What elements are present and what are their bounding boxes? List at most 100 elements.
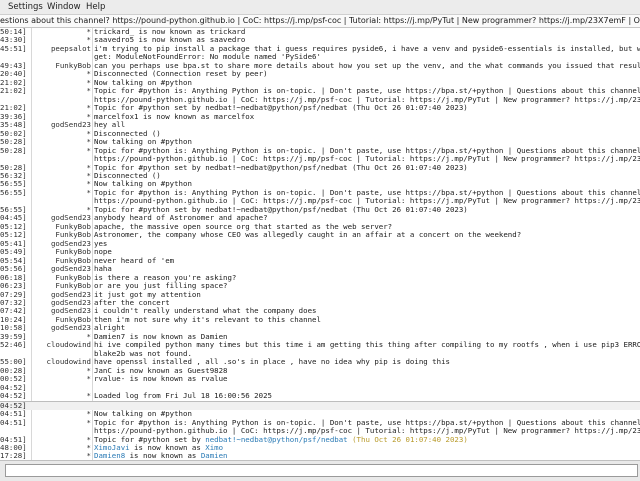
log-nick: *	[86, 86, 91, 96]
log-message: Astronomer, the company whose CEO was al…	[94, 231, 522, 240]
highlighted-nick: Ximo	[205, 443, 224, 452]
log-line: 56:32] * Disconnected ()	[0, 171, 640, 180]
log-message: Topic for #python is: Anything Python is…	[94, 87, 640, 104]
log-line: 52:46] cloudowind hi ive compiled python m…	[0, 340, 640, 358]
log-line: 05:12] FunkyBob Astronomer, the company wh…	[0, 230, 640, 240]
log-message: hi ive compiled python many times but th…	[94, 341, 640, 358]
log-line: 05:12] FunkyBob apache, the massive open s…	[0, 222, 640, 231]
log-message: never heard of 'em	[94, 256, 175, 265]
log-message: after the concert	[94, 299, 170, 307]
log-message: alright	[94, 324, 126, 333]
input-area	[0, 460, 640, 481]
log-message: Now talking on #python	[94, 180, 192, 189]
log-line: 06:18] FunkyBob is there a reason you're a…	[0, 273, 640, 282]
log-line: 05:49] FunkyBob nope	[0, 247, 640, 257]
log-line: 10:58] godSend23 alright	[0, 323, 640, 333]
log-message: Disconnected ()	[94, 171, 161, 180]
log-line: 00:52] * rvalue- is now known as rvalue	[0, 374, 640, 384]
log-message: Topic for #python is: Anything Python is…	[94, 418, 640, 436]
log-line: 39:36] * marcelfox1 is now known as marcel…	[0, 112, 640, 121]
highlighted-nick: nedbat!~nedbat@python/psf/nedbat	[205, 435, 348, 444]
log-line: 55:00] cloudowind have openssl installed ,…	[0, 357, 640, 367]
log-line: 10:24] FunkyBob then i'm not sure why it's…	[0, 315, 640, 324]
log-line: 04:52]	[0, 383, 640, 392]
log-message: apache, the massive open source org that…	[94, 222, 393, 231]
log-message: haha	[94, 265, 112, 274]
log-message: then i'm not sure why it's relevant to t…	[94, 315, 321, 324]
log-message: yes	[94, 239, 108, 248]
log-line: 17:28] * Damien8 is now known as Damien	[0, 451, 640, 460]
log-message: Now talking on #python	[94, 78, 192, 87]
log-message: Now talking on #python	[94, 410, 192, 419]
log-nick: *	[86, 417, 91, 427]
log-line: 07:42] godSend23 i couldn't really underst…	[0, 306, 640, 315]
log-line: 04:52] * Loaded log from Fri Jul 18 16:00:…	[0, 391, 640, 401]
log-message: Topic for #python set by nedbat!~nedbat@…	[94, 104, 468, 113]
log-message: JanC is now known as Guest9828	[94, 366, 228, 375]
log-nick: *	[86, 187, 91, 197]
log-line: 50:28] * Topic for #python set by nedbat!~…	[0, 163, 640, 172]
log-line: 06:23] FunkyBob or are you just filling sp…	[0, 281, 640, 291]
log-message: anybody heard of Astronomer and apache?	[94, 214, 268, 223]
menu-help[interactable]: Help	[86, 1, 105, 13]
log-message: is there a reason you're asking?	[94, 273, 237, 282]
log-line: 07:32] godSend23 after the concert	[0, 298, 640, 307]
menu-settings[interactable]: Settings	[8, 1, 43, 13]
log-line: 04:45] godSend23 anybody heard of Astronom…	[0, 213, 640, 223]
chat-log[interactable]: 50:14] * trickard_ is now known as trickar…	[0, 28, 640, 460]
highlighted-nick: Damien8	[94, 452, 126, 460]
log-line: 05:41] godSend23 yes	[0, 239, 640, 248]
log-message: XimoJavi is now known as Ximo	[94, 443, 224, 452]
log-message: it just got my attention	[94, 290, 201, 299]
log-line: 39:59] * Damien7 is now known as Damien	[0, 332, 640, 341]
highlighted-time: (Thu Oct 26 01:07:40 2023)	[352, 435, 468, 444]
log-line: 04:52]	[0, 400, 640, 411]
log-line: 50:28] * Now talking on #python	[0, 137, 640, 147]
log-message: Disconnected (Connection reset by peer)	[94, 70, 268, 79]
log-nick: *	[86, 145, 91, 155]
log-line: 50:02] * Disconnected ()	[0, 129, 640, 138]
log-line: 04:51] * Now talking on #python	[0, 409, 640, 419]
log-message: saavedro5 is now known as saavedro	[94, 36, 246, 45]
log-line: 35:48] godSend23 hey all	[0, 120, 640, 129]
log-line: 56:55] * Now talking on #python	[0, 179, 640, 189]
log-message: Disconnected ()	[94, 129, 161, 138]
log-message: Topic for #python is: Anything Python is…	[94, 188, 640, 206]
log-nick: peepsalot	[50, 43, 91, 53]
log-message: Topic for #python is: Anything Python is…	[94, 146, 640, 164]
log-nick: *	[86, 451, 91, 460]
log-message: Topic for #python set by nedbat!~nedbat@…	[94, 163, 468, 172]
log-line: 43:30] * saavedro5 is now known as saavedr…	[0, 35, 640, 45]
log-line: 56:55] * Topic for #python set by nedbat!~…	[0, 205, 640, 214]
log-line: 00:28] * JanC is now known as Guest9828	[0, 366, 640, 375]
log-nick: cloudowind	[46, 340, 92, 350]
log-message: i'm trying to pip install a package that…	[94, 44, 640, 62]
log-message: Damien7 is now known as Damien	[94, 332, 228, 341]
log-line: 05:54] FunkyBob never heard of 'em	[0, 256, 640, 265]
log-line: 21:02] * Topic for #python set by nedbat!~…	[0, 103, 640, 113]
menu-bar: Settings Window Help	[0, 0, 640, 15]
log-line: 49:43] FunkyBob can you perhaps use bpa.st…	[0, 61, 640, 70]
log-nick: *	[86, 391, 91, 401]
menu-window[interactable]: Window	[47, 1, 81, 13]
log-line: 45:51] peepsalot i'm trying to pip install…	[0, 43, 640, 62]
log-message: Topic for #python set by nedbat!~nedbat@…	[94, 205, 468, 214]
highlighted-nick: Damien	[200, 452, 228, 460]
log-message: have openssl installed , all .so's in pl…	[94, 358, 450, 367]
log-line: 05:56] godSend23 haha	[0, 264, 640, 274]
log-line: 07:29] godSend23 it just got my attention	[0, 290, 640, 299]
log-line: 04:51] * Topic for #python is: Anything Py…	[0, 417, 640, 436]
log-line: 21:02] * Now talking on #python	[0, 78, 640, 87]
log-message: can you perhaps use bpa.st to share more…	[94, 61, 640, 70]
log-message: rvalue- is now known as rvalue	[94, 375, 228, 384]
log-line: 21:02] * Topic for #python is: Anything Py…	[0, 86, 640, 104]
log-message: or are you just filling space?	[94, 282, 228, 291]
log-line: 50:28] * Topic for #python is: Anything Py…	[0, 145, 640, 164]
message-input[interactable]	[5, 464, 638, 477]
log-message: nope	[94, 248, 112, 257]
log-line: 20:40] * Disconnected (Connection reset by…	[0, 69, 640, 79]
log-message: Damien8 is now known as Damien	[94, 452, 228, 460]
log-message: Now talking on #python	[94, 138, 192, 147]
highlighted-nick: XimoJavi	[94, 443, 130, 452]
channel-topic[interactable]: estions about this channel? https://poun…	[0, 15, 640, 28]
